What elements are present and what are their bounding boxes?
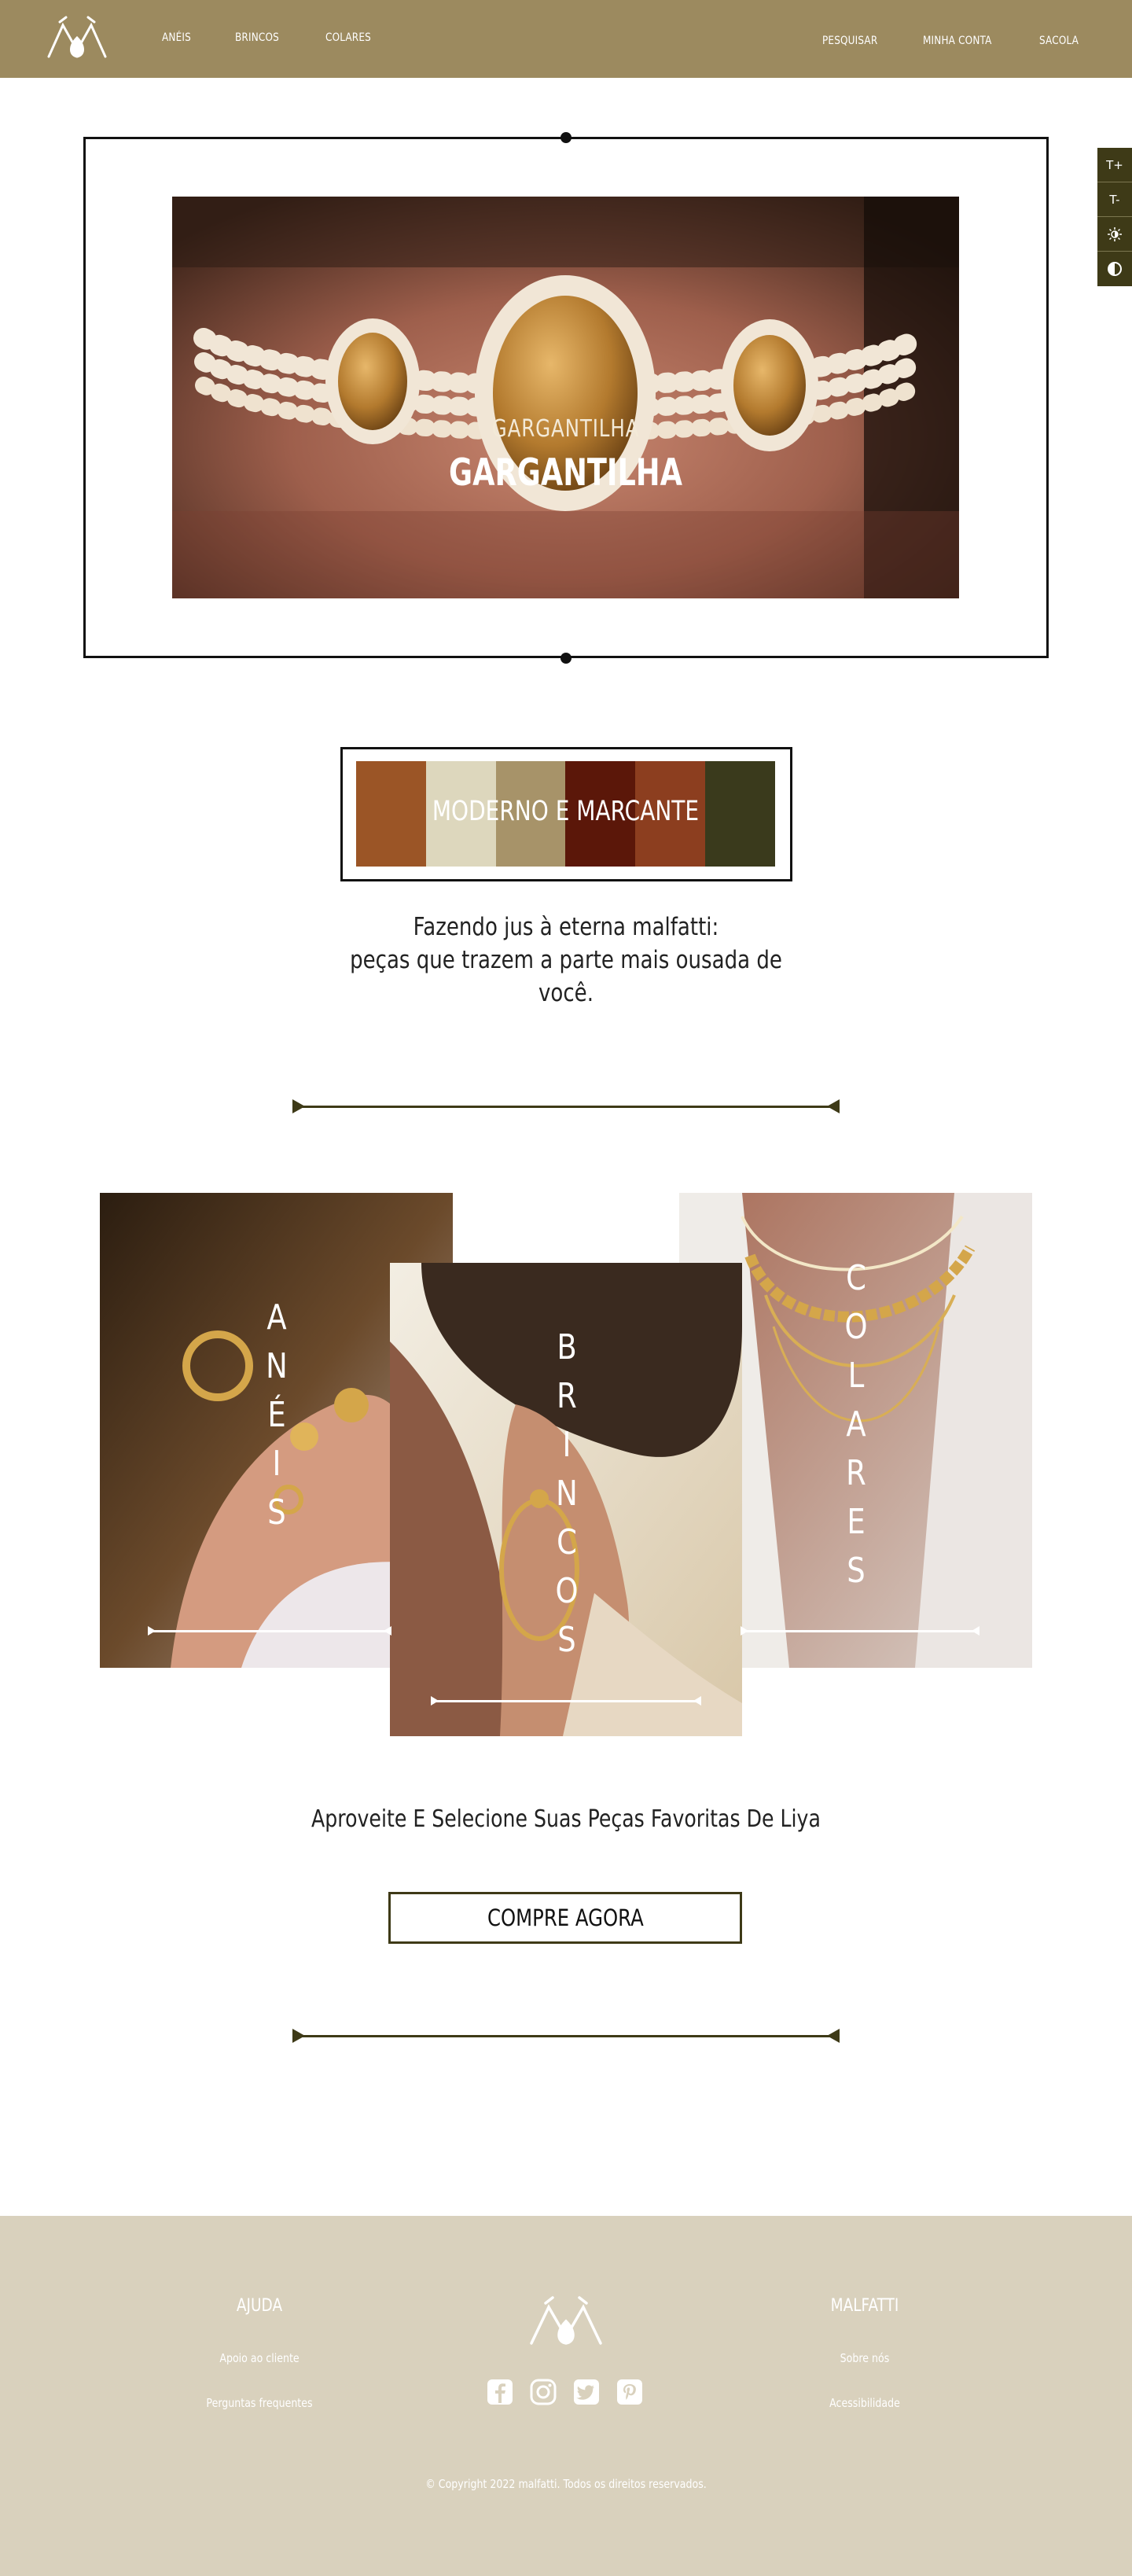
instagram-icon[interactable] xyxy=(529,2378,557,2406)
tagline: Fazendo jus à eterna malfatti: peças que… xyxy=(335,911,797,1010)
brightness-icon xyxy=(1108,226,1122,241)
tagline-line: peças que trazem a parte mais ousada de xyxy=(350,946,782,974)
site-header: ANÉIS BRINCOS COLARES PESQUISAR MINHA CO… xyxy=(0,0,1132,78)
nav-colares[interactable]: COLARES xyxy=(325,31,371,44)
social-links xyxy=(486,2378,644,2406)
nav-sacola[interactable]: SACOLA xyxy=(1039,35,1079,47)
hero-frame-dot xyxy=(560,132,572,143)
card-arrow-line xyxy=(148,1626,391,1636)
tagline-line: você. xyxy=(538,979,594,1007)
nav-brincos[interactable]: BRINCOS xyxy=(235,31,279,44)
nav-pesquisar[interactable]: PESQUISAR xyxy=(822,35,877,47)
card-arrow-line xyxy=(431,1696,701,1706)
footer-logo-icon[interactable] xyxy=(525,2296,607,2348)
footer-link-sobre[interactable]: Sobre nós xyxy=(766,2351,964,2365)
facebook-icon[interactable] xyxy=(486,2378,514,2406)
nav-aneis[interactable]: ANÉIS xyxy=(162,31,191,44)
hero-subtitle: GARGANTILHA xyxy=(491,415,640,443)
twitter-icon[interactable] xyxy=(572,2378,601,2406)
nav-minha-conta[interactable]: MINHA CONTA xyxy=(923,35,992,47)
footer-brand-heading: MALFATTI xyxy=(830,2296,899,2316)
accessibility-toolbar: T+ T- xyxy=(1097,148,1132,286)
hero-choker-image[interactable] xyxy=(172,197,959,598)
card-arrow-line xyxy=(741,1626,979,1636)
cta-text: Aproveite E Selecione Suas Peças Favorit… xyxy=(311,1805,821,1833)
pinterest-icon[interactable] xyxy=(616,2378,644,2406)
brand-logo-icon[interactable] xyxy=(44,14,110,61)
footer-brand-column: MALFATTI Sobre nós Acessibilidade xyxy=(747,2296,983,2410)
hero-frame-dot xyxy=(560,653,572,664)
footer-help-heading: AJUDA xyxy=(236,2296,283,2316)
category-title-colares[interactable]: COLARES xyxy=(836,1254,876,1595)
palette-label: MODERNO E MARCANTE xyxy=(432,796,700,827)
contrast-button[interactable] xyxy=(1097,252,1132,286)
footer-help-column: AJUDA Apoio ao cliente Perguntas frequen… xyxy=(142,2296,377,2410)
footer-link-faq[interactable]: Perguntas frequentes xyxy=(160,2396,358,2410)
buy-now-label: COMPRE AGORA xyxy=(487,1904,644,1931)
increase-font-button[interactable]: T+ xyxy=(1097,148,1132,182)
decrease-font-button[interactable]: T- xyxy=(1097,182,1132,217)
buy-now-button[interactable]: COMPRE AGORA xyxy=(388,1892,742,1944)
primary-nav: ANÉIS BRINCOS COLARES xyxy=(162,31,378,44)
hero-title[interactable]: GARGANTILHA xyxy=(259,451,873,495)
category-title-text: BRINCOS xyxy=(555,1327,579,1660)
category-title-aneis[interactable]: ANÉIS xyxy=(257,1294,296,1537)
tagline-line: Fazendo jus à eterna malfatti: xyxy=(413,913,719,941)
brightness-button[interactable] xyxy=(1097,217,1132,252)
category-title-text: ANÉIS xyxy=(266,1297,288,1533)
footer-link-apoio[interactable]: Apoio ao cliente xyxy=(160,2351,358,2365)
section-divider xyxy=(292,1099,840,1113)
user-nav: PESQUISAR MINHA CONTA SACOLA xyxy=(822,35,1085,47)
category-title-text: COLARES xyxy=(844,1258,868,1591)
footer-link-acessibilidade[interactable]: Acessibilidade xyxy=(766,2396,964,2410)
section-divider xyxy=(292,2029,840,2043)
copyright: © Copyright 2022 malfatti. Todos os dire… xyxy=(425,2477,707,2491)
category-title-brincos[interactable]: BRINCOS xyxy=(547,1323,586,1665)
contrast-icon xyxy=(1108,262,1122,276)
